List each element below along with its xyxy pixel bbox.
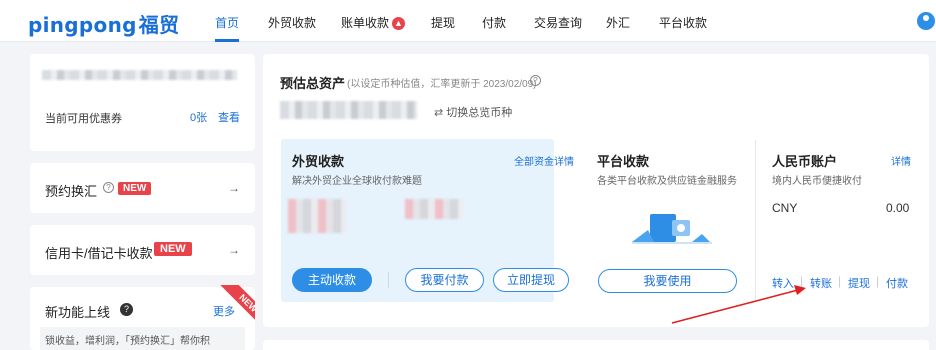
annotation-arrow: [671, 285, 806, 324]
